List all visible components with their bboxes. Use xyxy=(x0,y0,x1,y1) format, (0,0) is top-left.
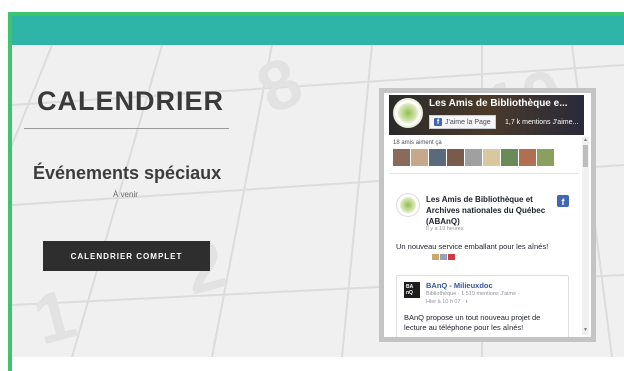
scroll-up-arrow-icon[interactable]: ▲ xyxy=(582,137,589,144)
avatar[interactable] xyxy=(537,149,554,166)
shared-page-meta: Bibliothèque · 1 519 mentions J'aime · xyxy=(426,291,520,297)
shared-post-card[interactable]: BA nQ BAnQ - Milieuxdoc Bibliothèque · 1… xyxy=(396,275,569,337)
svg-text:1: 1 xyxy=(26,274,84,357)
post-text: Un nouveau service emballant pour les aî… xyxy=(396,242,549,251)
page-logo[interactable] xyxy=(393,98,423,128)
bottom-strip xyxy=(12,357,624,371)
facebook-page-widget: Les Amis de Bibliothèque e... f J'aime l… xyxy=(379,88,596,342)
bench-emoji-icon xyxy=(432,254,439,260)
post-author-avatar[interactable] xyxy=(396,193,420,217)
avatar[interactable] xyxy=(393,149,410,166)
heading-divider xyxy=(24,128,229,129)
scroll-down-arrow-icon[interactable]: ▼ xyxy=(582,327,589,334)
banq-logo: BA nQ xyxy=(404,282,420,298)
facebook-widget-inner: Les Amis de Bibliothèque e... f J'aime l… xyxy=(384,93,591,337)
shared-post-text: BAnQ propose un tout nouveau projet de l… xyxy=(404,313,541,332)
facebook-cover[interactable]: Les Amis de Bibliothèque e... f J'aime l… xyxy=(389,95,584,135)
post-author-emblem xyxy=(400,197,416,213)
avatar[interactable] xyxy=(519,149,536,166)
header-bar xyxy=(12,16,624,45)
scrollbar-thumb[interactable] xyxy=(583,145,588,167)
avatar[interactable] xyxy=(429,149,446,166)
friends-avatars xyxy=(393,149,554,166)
post-timestamp[interactable]: Il y a 19 heures xyxy=(426,226,464,232)
post-emoji xyxy=(432,254,455,260)
friends-like-text: 18 amis aiment ça xyxy=(393,140,442,146)
facebook-page-title[interactable]: Les Amis de Bibliothèque e... xyxy=(429,98,568,109)
like-page-button[interactable]: f J'aime la Page xyxy=(429,115,496,129)
facebook-f-icon: f xyxy=(434,118,442,126)
post-author-name[interactable]: Les Amis de Bibliothèque et Archives nat… xyxy=(426,194,556,227)
like-page-label: J'aime la Page xyxy=(445,118,491,126)
special-events-heading: Événements spéciaux xyxy=(33,163,222,183)
books-emoji-icon xyxy=(440,254,447,260)
calendar-heading: CALENDRIER xyxy=(37,86,225,116)
full-calendar-button[interactable]: CALENDRIER COMPLET xyxy=(43,241,210,271)
upcoming-label: À venir xyxy=(113,190,138,199)
globe-icon: ◐ xyxy=(465,299,469,305)
avatar[interactable] xyxy=(465,149,482,166)
shared-post-time[interactable]: Hier à 10 h 07 · ◐ xyxy=(426,299,469,305)
facebook-f-icon[interactable]: f xyxy=(557,195,569,207)
shared-page-name[interactable]: BAnQ - Milieuxdoc xyxy=(426,281,493,290)
mentions-count: 1,7 k mentions J'aime... xyxy=(505,119,579,126)
page-logo-emblem xyxy=(398,103,418,123)
divider xyxy=(389,173,579,174)
avatar[interactable] xyxy=(483,149,500,166)
avatar[interactable] xyxy=(447,149,464,166)
avatar[interactable] xyxy=(501,149,518,166)
telephone-emoji-icon xyxy=(448,254,455,260)
avatar[interactable] xyxy=(411,149,428,166)
shared-post-time-label: Hier à 10 h 07 · xyxy=(426,299,466,305)
